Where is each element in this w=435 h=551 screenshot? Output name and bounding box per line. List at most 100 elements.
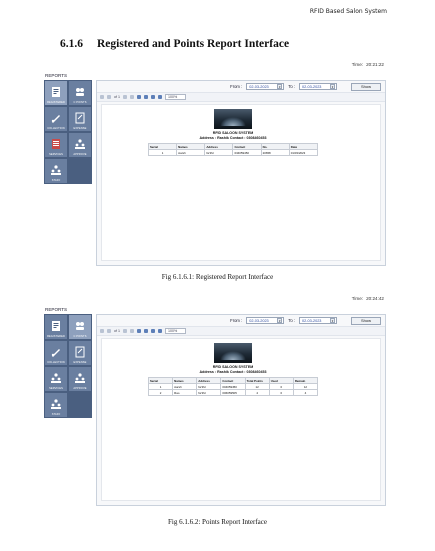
menu-item-collection[interactable]: COLLECTION <box>45 341 67 365</box>
reports-label: REPORTS <box>45 307 68 312</box>
table-cell: 4 <box>292 389 319 396</box>
reports-label: REPORTS <box>45 73 68 78</box>
reports-menu: REGISTERED C POINTS COLLECTION EXPENSE S… <box>44 80 92 184</box>
table-cell: fsr3fd <box>196 389 222 396</box>
calendar-dropdown-icon[interactable]: ▾ <box>277 84 283 89</box>
layout-icon[interactable] <box>151 329 155 333</box>
menu-item-staff[interactable]: STAFF <box>45 393 67 417</box>
menu-item-registered[interactable]: REGISTERED <box>45 315 67 339</box>
export-icon[interactable] <box>158 95 162 99</box>
table-cell: 034059450 <box>232 149 262 156</box>
table-cell: Aarsh <box>176 149 206 156</box>
document-icon <box>52 87 60 97</box>
export-icon[interactable] <box>158 329 162 333</box>
menu-item-collection[interactable]: COLLECTION <box>45 107 67 131</box>
prev-page-icon[interactable] <box>107 95 111 99</box>
to-label: To : <box>288 318 295 323</box>
report-viewer: From : 02-03-2023 ▾ To : 02-03-2023 ▾ Show… <box>96 80 386 266</box>
section-title: Registered and Points Report Interface <box>97 38 290 50</box>
report-page: RFID SALOON SYSTEM Address : Rashik Cont… <box>101 104 381 261</box>
first-page-icon[interactable] <box>100 329 104 333</box>
page-count: of 1 <box>114 329 120 333</box>
zoom-select[interactable]: 100% <box>165 94 187 100</box>
menu-item-expense[interactable]: EXPENSE <box>69 341 91 365</box>
table-cell: 20658 <box>260 149 290 156</box>
layout-icon[interactable] <box>151 95 155 99</box>
report-address: Address : Rashik Contact : 0308460453 <box>199 136 267 140</box>
menu-item-expense[interactable]: EXPENSE <box>69 107 91 131</box>
last-page-icon[interactable] <box>130 329 134 333</box>
pen-icon <box>51 349 60 357</box>
filter-bar: From : 02-03-2023 ▾ To : 02-03-2023 ▾ Show <box>97 81 385 93</box>
table-cell: 1 <box>147 149 178 156</box>
users-icon <box>76 88 84 96</box>
salon-logo-image <box>214 343 252 363</box>
group-icon <box>75 139 85 149</box>
notepad-icon <box>75 346 85 358</box>
to-date-picker[interactable]: 02-03-2023 ▾ <box>299 317 337 324</box>
report-body: RFID SALOON SYSTEM Address : Rashik Cont… <box>147 109 319 156</box>
registered-report-screenshot: Time: 20:21:22 REPORTS REGISTERED C POINT… <box>43 62 388 267</box>
menu-item-approve[interactable]: APPROVE <box>69 367 91 391</box>
menu-item-registered[interactable]: REGISTERED <box>45 81 67 105</box>
print-icon[interactable] <box>144 329 148 333</box>
to-label: To : <box>288 84 295 89</box>
last-page-icon[interactable] <box>130 95 134 99</box>
zoom-select[interactable]: 100% <box>165 328 187 334</box>
report-address: Address : Rashik Contact : 0308460453 <box>199 370 267 374</box>
from-date-picker[interactable]: 02-03-2023 ▾ <box>246 83 285 90</box>
running-header: RFID Based Salon System <box>309 8 387 15</box>
table-row: 2 Rao fsr3fd 006059505 4 0 4 <box>147 389 319 396</box>
calendar-dropdown-icon[interactable]: ▾ <box>330 318 335 323</box>
from-label: From : <box>230 84 243 89</box>
section-number: 6.1.6 <box>60 38 83 50</box>
menu-item-services[interactable]: SERVICES <box>45 133 67 157</box>
menu-item-staff[interactable]: STAFF <box>45 159 67 183</box>
to-date-picker[interactable]: 02-03-2023 ▾ <box>299 83 337 90</box>
users-icon <box>76 322 84 330</box>
clipboard-icon <box>52 139 60 149</box>
prev-page-icon[interactable] <box>107 329 111 333</box>
menu-item-c-points[interactable]: C POINTS <box>69 81 91 105</box>
report-body: RFID SALOON SYSTEM Address : Rashik Cont… <box>147 343 319 396</box>
from-label: From : <box>230 318 243 323</box>
menu-item-c-points[interactable]: C POINTS <box>69 315 91 339</box>
notepad-icon <box>75 112 85 124</box>
viewer-toolbar: of 1 100% <box>97 327 385 336</box>
calendar-dropdown-icon[interactable]: ▾ <box>277 318 283 323</box>
table-cell: 0 <box>268 389 294 396</box>
filter-bar: From : 02-03-2023 ▾ To : 02-03-2023 ▾ Show <box>97 315 385 327</box>
document-icon <box>52 321 60 331</box>
menu-item-services[interactable]: SERVICES <box>45 367 67 391</box>
table-row: 1 Aarsh fsr3fd 034059450 20658 01/03/202… <box>147 149 319 156</box>
page-count: of 1 <box>114 95 120 99</box>
first-page-icon[interactable] <box>100 95 104 99</box>
calendar-dropdown-icon[interactable]: ▾ <box>330 84 335 89</box>
figure-caption: Fig 6.1.6.2: Points Report Interface <box>168 518 267 526</box>
group-icon <box>51 373 61 383</box>
from-date-picker[interactable]: 02-03-2023 ▾ <box>246 317 285 324</box>
refresh-icon[interactable] <box>137 329 141 333</box>
registered-table: Serial Names Address Contact No. Date 1 … <box>147 143 319 156</box>
figure-caption: Fig 6.1.6.1: Registered Report Interface <box>161 273 274 281</box>
show-button[interactable]: Show <box>351 82 381 91</box>
group-icon <box>75 373 85 383</box>
reports-menu: REGISTERED C POINTS COLLECTION EXPENSE S… <box>44 314 92 418</box>
next-page-icon[interactable] <box>123 329 127 333</box>
report-title: RFID SALOON SYSTEM <box>212 365 254 369</box>
print-icon[interactable] <box>144 95 148 99</box>
report-title: RFID SALOON SYSTEM <box>212 131 254 135</box>
time-display: Time: 20:24:42 <box>351 296 384 301</box>
points-table: Serial Names Address Contact Total Point… <box>147 377 319 396</box>
show-button[interactable]: Show <box>351 316 381 325</box>
report-page: RFID SALOON SYSTEM Address : Rashik Cont… <box>101 338 381 501</box>
next-page-icon[interactable] <box>123 95 127 99</box>
table-cell: 4 <box>244 389 270 396</box>
menu-item-approve[interactable]: APPROVE <box>69 133 91 157</box>
group-icon <box>51 399 61 409</box>
salon-logo-image <box>214 109 252 129</box>
table-cell: fsr3fd <box>204 149 234 156</box>
points-report-screenshot: Time: 20:24:42 REPORTS REGISTERED C POINT… <box>43 296 388 508</box>
table-cell: 01/03/2023 <box>288 149 319 156</box>
refresh-icon[interactable] <box>137 95 141 99</box>
